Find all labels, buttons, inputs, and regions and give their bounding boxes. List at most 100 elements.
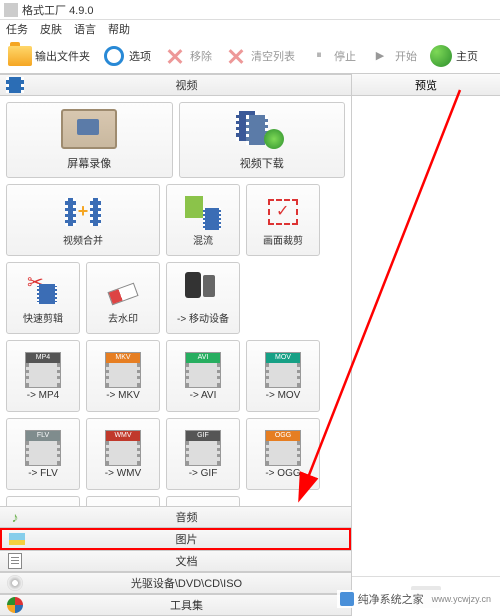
picture-icon: [9, 533, 25, 545]
clear-list-button[interactable]: 清空列表: [220, 42, 299, 70]
options-label: 选项: [129, 48, 151, 64]
remove-button[interactable]: 移除: [159, 42, 216, 70]
tile-swf[interactable]: f-> SWF: [166, 496, 240, 506]
tile-avi-label: -> AVI: [190, 390, 217, 401]
app-title: 格式工厂 4.9.0: [22, 2, 94, 18]
mkv-icon: MKV: [105, 352, 141, 388]
avi-icon: AVI: [185, 352, 221, 388]
tile-quick-cut-label: 快速剪辑: [23, 310, 63, 325]
eraser-icon: [107, 282, 138, 305]
tile-remove-watermark[interactable]: 去水印: [86, 262, 160, 334]
tile-crop-label: 画面裁剪: [263, 232, 303, 247]
stop-button[interactable]: ⏸ 停止: [303, 42, 360, 70]
mobile-icon: [185, 272, 221, 308]
tile-wmv-label: -> WMV: [105, 468, 141, 479]
tile-mov[interactable]: MOV -> MOV: [246, 340, 320, 412]
tile-mkv-label: -> MKV: [106, 390, 140, 401]
stop-label: 停止: [334, 48, 356, 64]
menu-help[interactable]: 帮助: [108, 21, 130, 37]
tile-ogg[interactable]: OGG -> OGG: [246, 418, 320, 490]
stop-icon: ⏸: [307, 44, 331, 68]
menubar: 任务 皮肤 语言 帮助: [0, 20, 500, 38]
clear-icon: [227, 47, 245, 65]
tile-screen-record-label: 屏幕录像: [67, 155, 111, 171]
tile-avi[interactable]: AVI -> AVI: [166, 340, 240, 412]
tile-crop[interactable]: 画面裁剪: [246, 184, 320, 256]
tile-webm[interactable]: WEBM-> WebM: [6, 496, 80, 506]
tile-mobile-label: -> 移动设备: [177, 310, 229, 325]
preview-body: [352, 96, 500, 576]
folder-icon: [8, 46, 32, 66]
tile-wmv[interactable]: WMV -> WMV: [86, 418, 160, 490]
scissors-icon: [25, 272, 57, 304]
tile-ogg-label: -> OGG: [265, 468, 300, 479]
section-picture[interactable]: 图片: [0, 528, 351, 550]
menu-skin[interactable]: 皮肤: [40, 21, 62, 37]
section-toolset[interactable]: 工具集: [0, 594, 351, 616]
titlebar: 格式工厂 4.9.0: [0, 0, 500, 20]
tile-remove-watermark-label: 去水印: [108, 310, 138, 325]
music-icon: ♪: [6, 508, 24, 526]
tile-screen-record[interactable]: 屏幕录像: [6, 102, 173, 178]
video-download-icon: [234, 109, 284, 149]
gif-icon: GIF: [185, 430, 221, 466]
menu-language[interactable]: 语言: [74, 21, 96, 37]
screen-record-icon: [61, 109, 117, 149]
app-icon: [4, 3, 18, 17]
mov-icon: MOV: [265, 352, 301, 388]
section-audio[interactable]: ♪ 音频: [0, 506, 351, 528]
section-audio-label: 音频: [28, 509, 345, 525]
tile-flv[interactable]: FLV -> FLV: [6, 418, 80, 490]
tile-merge-label: 视频合并: [63, 232, 103, 247]
tile-mux-label: 混流: [193, 232, 213, 247]
watermark: 纯净系统之家 www.ycwjzy.cn: [337, 590, 494, 608]
tile-video-download-label: 视频下载: [240, 155, 284, 171]
preview-tab[interactable]: 预览: [352, 74, 500, 96]
tile-video-download[interactable]: 视频下载: [179, 102, 346, 178]
section-picture-label: 图片: [30, 531, 343, 547]
options-button[interactable]: 选项: [98, 42, 155, 70]
crop-icon: [268, 199, 298, 225]
globe-icon: [430, 45, 452, 67]
video-section-body: 屏幕录像 视频下载 + 视频合并 混流 画面裁剪: [0, 96, 351, 506]
tile-quick-cut[interactable]: 快速剪辑: [6, 262, 80, 334]
output-folder-label: 输出文件夹: [35, 48, 90, 64]
ogg-icon: OGG: [265, 430, 301, 466]
section-disc[interactable]: 光驱设备\DVD\CD\ISO: [0, 572, 351, 594]
tile-gif[interactable]: GIF -> GIF: [166, 418, 240, 490]
watermark-url: www.ycwjzy.cn: [432, 594, 491, 604]
tile-mux[interactable]: 混流: [166, 184, 240, 256]
tile-mkv[interactable]: MKV -> MKV: [86, 340, 160, 412]
document-icon: [8, 553, 22, 569]
tile-flv-label: -> FLV: [28, 468, 58, 479]
section-disc-label: 光驱设备\DVD\CD\ISO: [28, 575, 345, 591]
wmv-icon: WMV: [105, 430, 141, 466]
start-label: 开始: [395, 48, 417, 64]
flv-icon: FLV: [25, 430, 61, 466]
remove-icon: [166, 47, 184, 65]
homepage-label: 主页: [456, 48, 478, 64]
mux-icon: [185, 194, 221, 230]
menu-task[interactable]: 任务: [6, 21, 28, 37]
section-document[interactable]: 文档: [0, 550, 351, 572]
watermark-icon: [340, 592, 354, 606]
mp4-icon: MP4: [25, 352, 61, 388]
start-button[interactable]: ▶ 开始: [364, 42, 421, 70]
section-document-label: 文档: [28, 553, 345, 569]
start-icon: ▶: [368, 44, 392, 68]
disc-icon: [7, 575, 23, 591]
tile-gif-label: -> GIF: [189, 468, 218, 479]
film-icon: [6, 77, 24, 93]
tile-mp4[interactable]: MP4 -> MP4: [6, 340, 80, 412]
merge-icon: +: [65, 194, 101, 230]
tile-mov-label: -> MOV: [266, 390, 301, 401]
toolset-icon: [7, 597, 23, 613]
section-video[interactable]: 视频: [0, 74, 351, 96]
tile-merge[interactable]: + 视频合并: [6, 184, 160, 256]
tile-mobile[interactable]: -> 移动设备: [166, 262, 240, 334]
tile-mpg[interactable]: MPEG-> MPG: [86, 496, 160, 506]
clear-label: 清空列表: [251, 48, 295, 64]
tile-mp4-label: -> MP4: [27, 390, 60, 401]
output-folder-button[interactable]: 输出文件夹: [4, 42, 94, 70]
homepage-button[interactable]: 主页: [425, 42, 482, 70]
